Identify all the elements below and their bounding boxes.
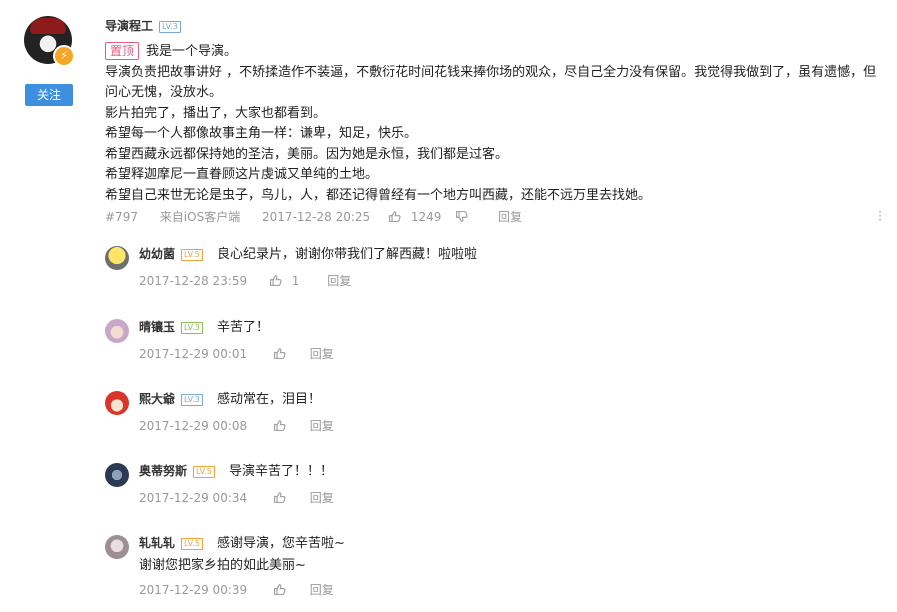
- level-badge: LV.3: [159, 20, 181, 33]
- level-badge: LV.3: [181, 321, 203, 334]
- reply-meta: 2017-12-29 00:39 回复: [139, 581, 334, 598]
- level-badge: LV.5: [181, 537, 203, 550]
- like-icon[interactable]: [273, 583, 286, 596]
- reply-username[interactable]: 轧轧轧 LV.5: [139, 534, 203, 551]
- level-badge: LV.5: [193, 465, 215, 478]
- main-comment-body: 置顶 我是一个导演。 导演负责把故事讲好 ，不矫揉造作不装逼，不敷衍花时间花钱来捧…: [105, 42, 885, 206]
- paragraph: 影片拍完了，播出了，大家也都看到。: [105, 105, 327, 121]
- reply-username[interactable]: 熙大爺 LV.3: [139, 390, 203, 407]
- reply-time: 2017-12-29 00:34: [139, 490, 248, 505]
- reply-button[interactable]: 回复: [498, 208, 522, 225]
- reply-button[interactable]: 回复: [327, 272, 351, 289]
- reply-meta: 2017-12-29 00:34 回复: [139, 489, 334, 506]
- paragraph: 我是一个导演。: [146, 44, 238, 59]
- verified-badge-icon: ⚡: [53, 45, 75, 67]
- reply-button[interactable]: 回复: [310, 489, 334, 506]
- source-client: 来自iOS客户端: [159, 210, 241, 224]
- like-icon[interactable]: [273, 419, 286, 432]
- more-options-icon[interactable]: · · ·: [876, 206, 884, 226]
- reply-time: 2017-12-29 00:39: [139, 582, 248, 597]
- level-badge: LV.5: [181, 248, 203, 261]
- reply-meta: 2017-12-29 00:08 回复: [139, 417, 334, 434]
- reply-button[interactable]: 回复: [310, 345, 334, 362]
- reply-avatar[interactable]: [105, 246, 129, 270]
- reply-avatar[interactable]: [105, 463, 129, 487]
- reply-username[interactable]: 幼幼菌 LV.5: [139, 245, 203, 262]
- reply-text: 辛苦了！: [217, 320, 270, 335]
- reply-text: 感动常在，泪目！: [217, 392, 322, 407]
- reply-button[interactable]: 回复: [310, 417, 334, 434]
- reply-time: 2017-12-29 00:08: [139, 418, 248, 433]
- follow-button[interactable]: 关注: [25, 84, 73, 106]
- paragraph: 希望每一个人都像故事主角一样：谦卑，知足，快乐。: [105, 126, 418, 141]
- paragraph: 导演负责把故事讲好 ，不矫揉造作不装逼，不敷衍花时间花钱来捧你场的观众，尽自己全…: [105, 64, 877, 101]
- reply-text: 良心纪录片，谢谢你带我们了解西藏！啦啦啦: [217, 247, 478, 262]
- paragraph: 希望自己来世无论是虫子，鸟儿，人，都还记得曾经有一个地方叫西藏，还能不远万里去找…: [105, 187, 652, 203]
- reply-time: 2017-12-29 00:01: [139, 346, 248, 361]
- reply-text: 导演辛苦了！！！: [229, 464, 334, 479]
- like-icon[interactable]: [273, 347, 286, 360]
- avatar-cap-shape: [30, 18, 66, 34]
- dislike-icon[interactable]: [455, 210, 468, 223]
- main-comment-meta: #797 来自iOS客户端 2017-12-28 20:25 1249 回复: [105, 208, 522, 225]
- like-icon[interactable]: [273, 491, 286, 504]
- reply-meta: 2017-12-28 23:59 1 回复: [139, 272, 351, 289]
- reply-avatar[interactable]: [105, 391, 129, 415]
- level-badge: LV.3: [181, 393, 203, 406]
- reply-username[interactable]: 晴镶玉 LV.3: [139, 318, 203, 335]
- reply-avatar[interactable]: [105, 319, 129, 343]
- reply-text: 感谢导演，您辛苦啦~: [217, 536, 345, 551]
- main-avatar[interactable]: ⚡: [24, 16, 75, 67]
- floor-number: #797: [105, 209, 138, 224]
- like-count: 1: [291, 273, 300, 288]
- like-count: 1249: [410, 209, 442, 224]
- reply-meta: 2017-12-29 00:01 回复: [139, 345, 334, 362]
- like-icon[interactable]: [388, 210, 401, 223]
- pinned-tag: 置顶: [105, 42, 140, 60]
- reply-button[interactable]: 回复: [310, 581, 334, 598]
- like-icon[interactable]: [269, 274, 282, 287]
- comment-time: 2017-12-28 20:25: [262, 209, 371, 224]
- paragraph: 希望西藏永远都保持她的圣洁，美丽。因为她是永恒，我们都是过客。: [105, 146, 509, 162]
- reply-time: 2017-12-28 23:59: [139, 273, 248, 288]
- reply-text-line2: 谢谢您把家乡拍的如此美丽~: [139, 558, 306, 573]
- main-username[interactable]: 导演程工 LV.3: [105, 17, 181, 34]
- paragraph: 希望释迦摩尼一直眷顾这片虔诚又单纯的土地。: [105, 167, 379, 182]
- reply-avatar[interactable]: [105, 535, 129, 559]
- reply-username[interactable]: 奥蒂努斯 LV.5: [139, 462, 215, 479]
